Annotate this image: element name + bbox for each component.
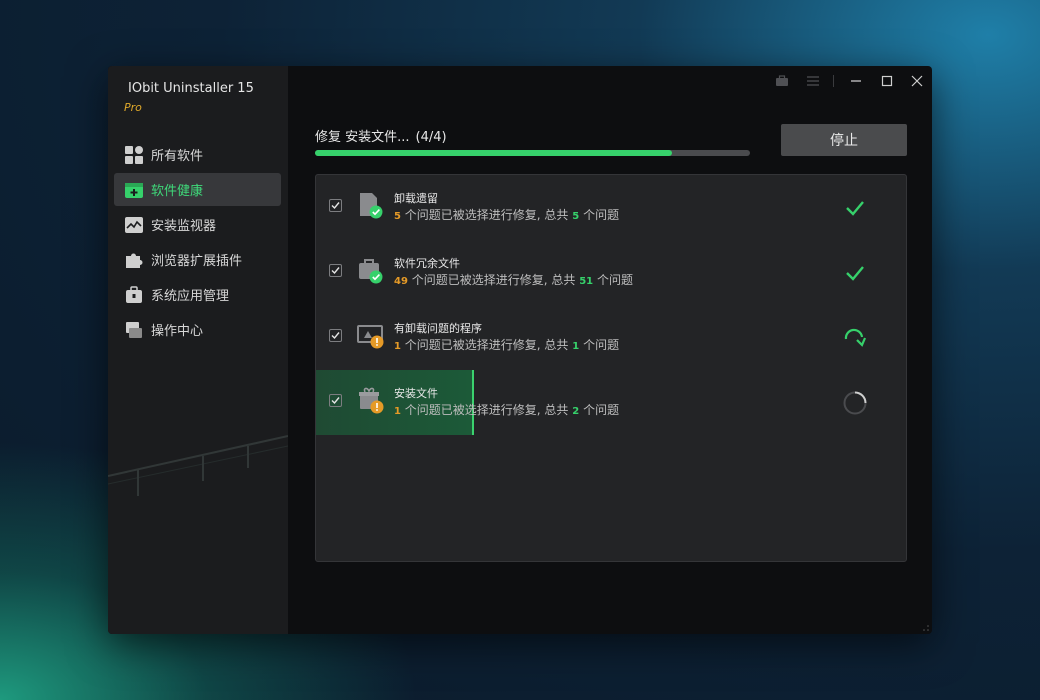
sidebar-item-install-monitor[interactable]: 安装监视器 xyxy=(114,208,281,241)
issue-title: 卸载遗留 xyxy=(394,192,438,205)
minimize-icon xyxy=(851,80,861,82)
browser-extension-icon xyxy=(124,250,144,270)
sidebar-item-action-center[interactable]: 操作中心 xyxy=(114,313,281,346)
description-text: 个问题已被选择进行修复, 总共 xyxy=(404,338,569,352)
issue-description: 1 个问题已被选择进行修复, 总共 1 个问题 xyxy=(394,336,619,353)
issue-row-leftovers[interactable]: 卸载遗留 5 个问题已被选择进行修复, 总共 5 个问题 xyxy=(316,175,906,240)
sidebar-item-software-health[interactable]: 软件健康 xyxy=(114,173,281,206)
skipped-status xyxy=(842,325,868,351)
sidebar-item-label: 安装监视器 xyxy=(151,219,217,234)
repair-status-count: (4/4) xyxy=(415,130,447,145)
sidebar-item-label: 软件健康 xyxy=(151,184,204,199)
software-health-icon xyxy=(124,180,144,200)
problem-program-icon xyxy=(357,325,384,349)
menu-button[interactable] xyxy=(804,72,822,90)
issue-title: 软件冗余文件 xyxy=(394,257,460,270)
stop-button[interactable]: 停止 xyxy=(781,124,907,156)
issue-row-problem-programs[interactable]: 有卸载问题的程序 1 个问题已被选择进行修复, 总共 1 个问题 xyxy=(316,305,906,370)
action-center-icon xyxy=(124,320,144,340)
checkmark-icon xyxy=(331,267,340,275)
sidebar-item-system-apps[interactable]: 系统应用管理 xyxy=(114,278,281,311)
toolbox-button[interactable] xyxy=(773,72,791,90)
check-icon xyxy=(846,201,864,216)
main-area: 修复 安装文件... (4/4) 停止 卸载遗留 5 个问题已被选择进行修复, … xyxy=(288,66,932,634)
repair-status: 修复 安装文件... (4/4) xyxy=(315,126,447,145)
redundant-file-icon xyxy=(359,259,383,284)
check-icon xyxy=(846,266,864,281)
issue-row-redundant-files[interactable]: 软件冗余文件 49 个问题已被选择进行修复, 总共 51 个问题 xyxy=(316,240,906,305)
install-monitor-icon xyxy=(124,215,144,235)
toolbox-icon xyxy=(776,75,788,86)
issue-description: 5 个问题已被选择进行修复, 总共 5 个问题 xyxy=(394,206,619,223)
issue-checkbox[interactable] xyxy=(329,264,342,277)
sidebar: IObit Uninstaller 15 Pro 所有软件 软件健康 安装监视器… xyxy=(108,66,288,634)
description-text: 个问题已被选择进行修复, 总共 xyxy=(404,208,569,222)
resize-grip-icon[interactable] xyxy=(922,624,930,632)
selected-count: 49 xyxy=(394,276,408,287)
sidebar-item-browser-extensions[interactable]: 浏览器扩展插件 xyxy=(114,243,281,276)
description-text: 个问题已被选择进行修复, 总共 xyxy=(404,403,569,417)
issue-title: 安装文件 xyxy=(394,387,438,400)
description-suffix: 个问题 xyxy=(596,273,633,287)
description-text: 个问题已被选择进行修复, 总共 xyxy=(411,273,576,287)
menu-icon xyxy=(807,76,819,86)
selected-count: 1 xyxy=(394,341,401,352)
description-suffix: 个问题 xyxy=(583,208,620,222)
progress-fill xyxy=(315,150,672,156)
sidebar-nav: 所有软件 软件健康 安装监视器 浏览器扩展插件 系统应用管理 操作中心 xyxy=(114,138,281,348)
sidebar-item-label: 所有软件 xyxy=(151,149,204,164)
app-edition: Pro xyxy=(124,101,142,114)
progress-bar xyxy=(315,150,750,156)
done-status xyxy=(842,260,868,286)
issue-description: 49 个问题已被选择进行修复, 总共 51 个问题 xyxy=(394,271,633,288)
titlebar-divider xyxy=(833,75,834,87)
sidebar-item-all-software[interactable]: 所有软件 xyxy=(114,138,281,171)
sidebar-item-label: 系统应用管理 xyxy=(151,289,230,304)
checkmark-icon xyxy=(331,202,340,210)
close-button[interactable] xyxy=(908,72,926,90)
system-app-icon xyxy=(124,285,144,305)
maximize-icon xyxy=(881,75,893,87)
redo-arrow-icon xyxy=(844,328,867,347)
in-progress-status xyxy=(842,390,868,416)
total-count: 2 xyxy=(572,406,580,417)
minimize-button[interactable] xyxy=(847,72,865,90)
selected-count: 1 xyxy=(394,406,401,417)
app-window: IObit Uninstaller 15 Pro 所有软件 软件健康 安装监视器… xyxy=(108,66,932,634)
repair-status-label: 修复 安装文件... xyxy=(315,130,410,145)
total-count: 5 xyxy=(572,211,580,222)
sidebar-item-label: 操作中心 xyxy=(151,324,204,339)
all-software-icon xyxy=(124,145,144,165)
checkmark-icon xyxy=(331,332,340,340)
app-title: IObit Uninstaller 15 xyxy=(128,81,254,96)
done-status xyxy=(842,195,868,221)
issue-checkbox[interactable] xyxy=(329,394,342,407)
issue-description: 1 个问题已被选择进行修复, 总共 2 个问题 xyxy=(394,401,619,418)
description-suffix: 个问题 xyxy=(583,403,620,417)
selected-count: 5 xyxy=(394,211,401,222)
description-suffix: 个问题 xyxy=(583,338,620,352)
issue-list-panel: 卸载遗留 5 个问题已被选择进行修复, 总共 5 个问题 软件冗余文件 49 个… xyxy=(315,174,907,562)
total-count: 1 xyxy=(572,341,580,352)
issue-checkbox[interactable] xyxy=(329,329,342,342)
total-count: 51 xyxy=(579,276,594,287)
issue-checkbox[interactable] xyxy=(329,199,342,212)
maximize-button[interactable] xyxy=(878,72,896,90)
close-icon xyxy=(911,75,923,87)
sidebar-item-label: 浏览器扩展插件 xyxy=(151,254,243,269)
leftover-file-icon xyxy=(360,193,383,219)
issue-row-install-files[interactable]: 安装文件 1 个问题已被选择进行修复, 总共 2 个问题 xyxy=(316,370,906,435)
install-file-icon xyxy=(359,387,384,414)
issue-title: 有卸载问题的程序 xyxy=(394,322,482,335)
checkmark-icon xyxy=(331,397,340,405)
loading-spinner-icon xyxy=(843,391,867,415)
sidebar-background-art xyxy=(108,435,288,496)
